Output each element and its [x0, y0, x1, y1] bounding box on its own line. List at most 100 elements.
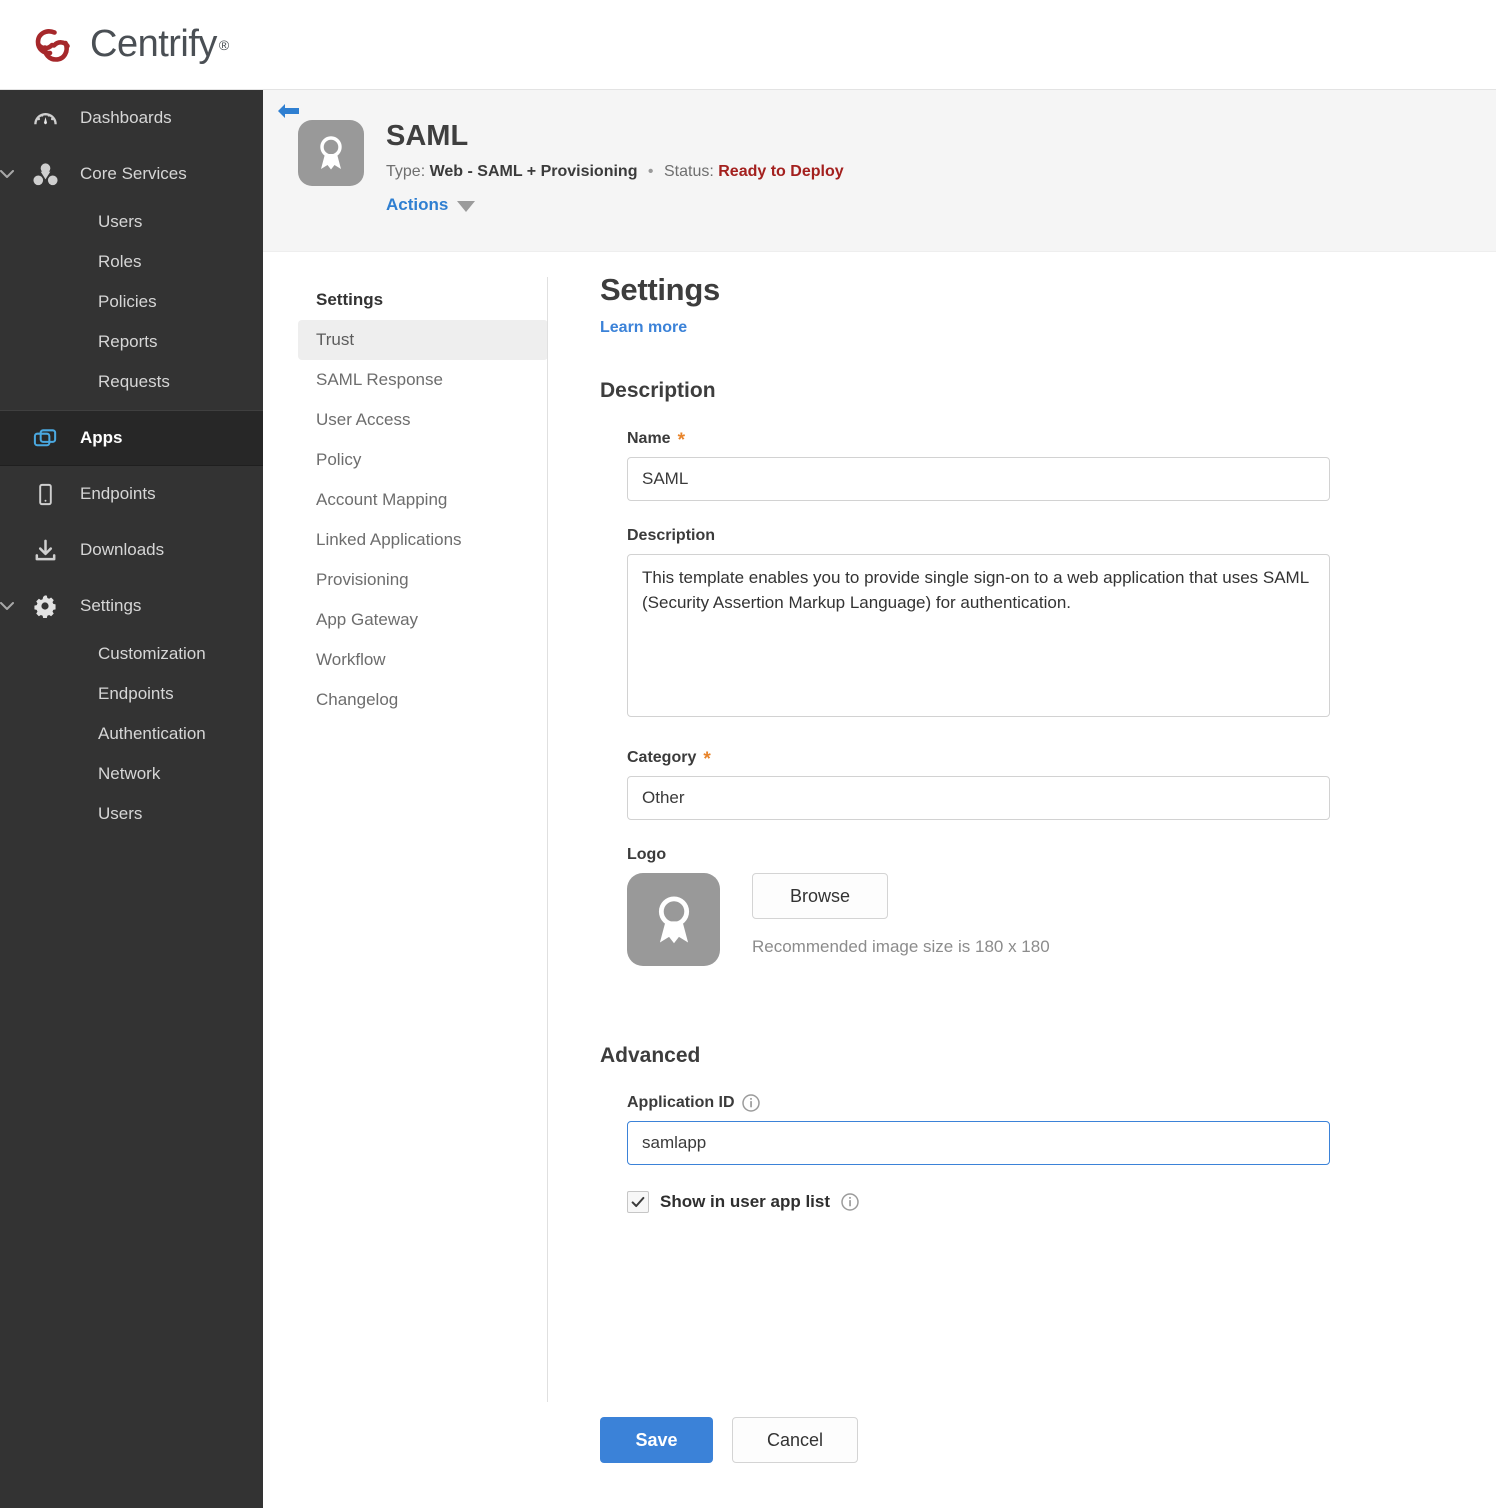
description-label-text: Description — [627, 527, 716, 544]
sidebar-item-dashboards[interactable]: Dashboards — [0, 90, 263, 146]
learn-more-link[interactable]: Learn more — [600, 319, 687, 337]
category-label: Category * — [627, 748, 1400, 770]
sidebar-item-label: Dashboards — [80, 108, 172, 127]
type-value: Web - SAML + Provisioning — [429, 163, 638, 180]
description-textarea[interactable]: This template enables you to provide sin… — [627, 554, 1330, 717]
tab-changelog[interactable]: Changelog — [298, 680, 548, 720]
show-in-user-app-list-label: Show in user app list — [660, 1192, 831, 1211]
sidebar-item-requests[interactable]: Requests — [0, 362, 263, 402]
status-badge: Ready to Deploy — [718, 163, 844, 180]
brand-registered-mark: ® — [218, 36, 230, 53]
sidebar-item-endpoints[interactable]: Endpoints — [0, 466, 263, 522]
application-id-field-group: Application ID — [627, 1094, 1400, 1165]
sidebar-item-label: Settings — [80, 596, 142, 615]
main-panel: SAML Type: Web - SAML + Provisioning • S… — [263, 90, 1496, 1508]
tab-provisioning[interactable]: Provisioning — [298, 560, 548, 600]
actions-label: Actions — [386, 195, 449, 214]
description-label: Description — [627, 527, 1400, 545]
sidebar-item-roles[interactable]: Roles — [0, 242, 263, 282]
tab-label: Provisioning — [316, 570, 409, 589]
required-asterisk: * — [703, 749, 711, 770]
logo-row: Browse Recommended image size is 180 x 1… — [627, 873, 1400, 966]
sidebar-item-settings-users[interactable]: Users — [0, 794, 263, 834]
sidebar-item-settings[interactable]: Settings — [0, 578, 263, 634]
save-button[interactable]: Save — [600, 1417, 713, 1463]
gauge-icon — [28, 101, 62, 135]
tab-trust[interactable]: Trust — [298, 320, 548, 360]
sidebar-item-downloads[interactable]: Downloads — [0, 522, 263, 578]
centrify-admin-portal: Centrify ® Dashboards Core Services User… — [0, 0, 1496, 1508]
tab-label: Linked Applications — [316, 530, 462, 549]
info-icon[interactable] — [741, 1094, 760, 1112]
sidebar-subitem-label: Roles — [98, 252, 142, 271]
sidebar-item-authentication[interactable]: Authentication — [0, 714, 263, 754]
sidebar-subitem-label: Policies — [98, 292, 157, 311]
name-field-group: Name * — [627, 429, 1400, 501]
top-bar: Centrify ® — [0, 0, 1496, 90]
required-asterisk: * — [677, 430, 685, 451]
settings-tablist: Settings Trust SAML Response User Access… — [298, 284, 548, 720]
tab-label: Policy — [316, 450, 362, 469]
ribbon-award-icon — [298, 120, 364, 186]
apps-icon — [28, 421, 62, 455]
tab-label: SAML Response — [316, 370, 443, 389]
meta-separator: • — [647, 163, 654, 180]
sidebar-subitem-label: Reports — [98, 332, 158, 351]
show-in-user-app-list-row[interactable]: Show in user app list — [627, 1191, 1400, 1213]
tab-label: App Gateway — [316, 610, 419, 629]
sidebar-item-label: Apps — [80, 428, 123, 447]
tab-label: Changelog — [316, 690, 399, 709]
tab-saml-response[interactable]: SAML Response — [298, 360, 548, 400]
centrify-logo[interactable]: Centrify ® — [30, 22, 229, 68]
tab-label: Trust — [316, 330, 355, 349]
description-field-group: Description This template enables you to… — [627, 527, 1400, 722]
brand-name: Centrify — [90, 23, 217, 65]
chevron-down-icon — [457, 201, 476, 212]
tab-user-access[interactable]: User Access — [298, 400, 548, 440]
sidebar-item-apps[interactable]: Apps — [0, 410, 263, 466]
tab-label: Account Mapping — [316, 490, 448, 509]
sidebar-item-core-services[interactable]: Core Services — [0, 146, 263, 202]
name-label: Name * — [627, 429, 1400, 451]
application-id-label-text: Application ID — [627, 1094, 735, 1111]
sidebar-item-customization[interactable]: Customization — [0, 634, 263, 674]
tab-label: Workflow — [316, 650, 386, 669]
category-input[interactable] — [627, 776, 1330, 820]
form-footer: Save Cancel — [600, 1417, 858, 1463]
sidebar-item-users[interactable]: Users — [0, 202, 263, 242]
cancel-button[interactable]: Cancel — [732, 1417, 858, 1463]
actions-menu[interactable]: Actions — [386, 195, 844, 215]
tab-policy[interactable]: Policy — [298, 440, 548, 480]
ribbon-award-icon — [627, 873, 720, 966]
info-icon[interactable] — [841, 1193, 859, 1211]
sidebar-subitem-label: Customization — [98, 644, 206, 663]
logo-label: Logo — [627, 846, 1400, 864]
gear-icon — [28, 589, 62, 623]
app-identity: SAML Type: Web - SAML + Provisioning • S… — [298, 120, 844, 215]
settings-content: Settings Learn more Description Name * D… — [600, 272, 1400, 1213]
core-services-icon — [28, 157, 62, 191]
sidebar-item-policies[interactable]: Policies — [0, 282, 263, 322]
browse-button[interactable]: Browse — [752, 873, 888, 919]
content-title: Settings — [600, 272, 720, 307]
tab-app-gateway[interactable]: App Gateway — [298, 600, 548, 640]
centrify-logo-icon — [35, 28, 70, 62]
sidebar-subitem-label: Endpoints — [98, 684, 174, 703]
tab-account-mapping[interactable]: Account Mapping — [298, 480, 548, 520]
recommended-size-text: Recommended image size is 180 x 180 — [752, 937, 1050, 956]
sidebar-item-network[interactable]: Network — [0, 754, 263, 794]
tab-workflow[interactable]: Workflow — [298, 640, 548, 680]
download-icon — [28, 533, 62, 567]
show-in-user-app-list-checkbox[interactable] — [627, 1191, 649, 1213]
status-label: Status: — [663, 163, 714, 180]
tab-label: User Access — [316, 410, 411, 429]
sidebar-item-label: Core Services — [80, 164, 187, 183]
category-field-group: Category * — [627, 748, 1400, 820]
sidebar-item-reports[interactable]: Reports — [0, 322, 263, 362]
name-input[interactable] — [627, 457, 1330, 501]
application-id-input[interactable] — [627, 1121, 1330, 1165]
chevron-down-icon — [0, 170, 14, 178]
tab-linked-applications[interactable]: Linked Applications — [298, 520, 548, 560]
sidebar-item-settings-endpoints[interactable]: Endpoints — [0, 674, 263, 714]
logo-label-text: Logo — [627, 846, 667, 863]
